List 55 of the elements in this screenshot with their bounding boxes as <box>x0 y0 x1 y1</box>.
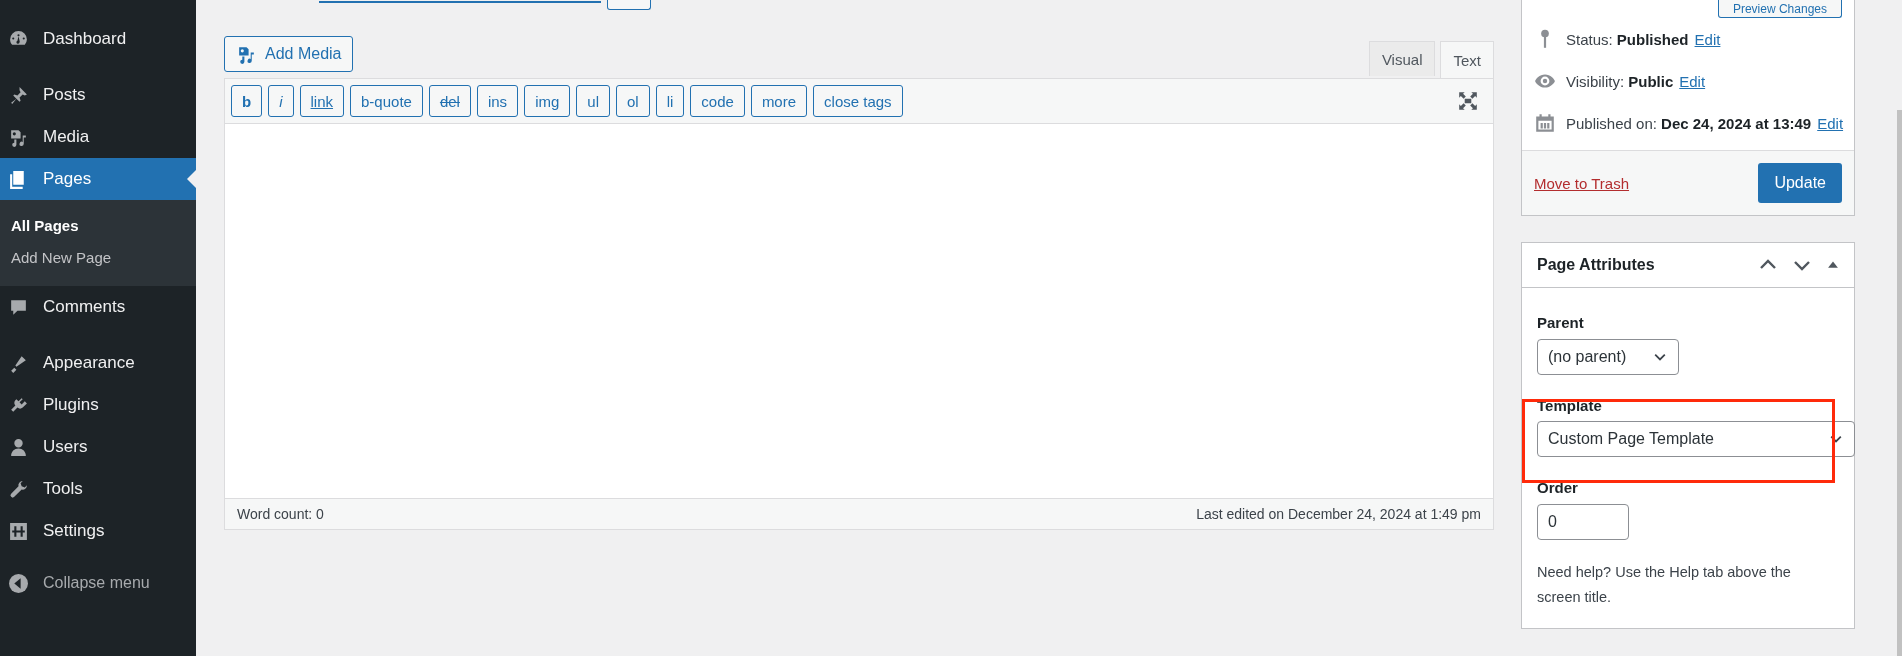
quicktag-button[interactable]: del <box>428 85 471 117</box>
edit-link[interactable]: Edit <box>1694 30 1721 48</box>
update-button[interactable]: Update <box>1758 163 1842 203</box>
quicktag-button[interactable]: li <box>655 85 685 117</box>
submenu-item[interactable]: All Pages <box>0 210 196 242</box>
quicktag-button[interactable]: more <box>750 85 808 117</box>
menu-icon <box>8 478 29 500</box>
submenu-item[interactable]: Add New Page <box>0 242 196 274</box>
menu-item[interactable]: Appearance <box>0 342 196 384</box>
quicktag-button[interactable]: link <box>299 85 345 117</box>
editor-tab[interactable]: Text <box>1440 41 1494 78</box>
quicktag-button[interactable]: i <box>268 85 294 117</box>
menu-item[interactable]: Settings <box>0 510 196 552</box>
collapse-menu-button[interactable]: Collapse menu <box>0 562 196 604</box>
editor-tab[interactable]: Visual <box>1368 41 1436 76</box>
edit-link[interactable]: Edit <box>1817 114 1844 132</box>
order-input[interactable]: 0 <box>1537 504 1629 540</box>
last-edited-text: Last edited on December 24, 2024 at 1:49 pm <box>1196 506 1481 522</box>
menu-item[interactable]: Posts <box>0 74 196 116</box>
scrollbar[interactable] <box>1897 110 1902 656</box>
menu-item[interactable]: Plugins <box>0 384 196 426</box>
publish-info-text: Visibility: Public <box>1566 72 1674 90</box>
menu-icon <box>8 436 29 458</box>
move-to-trash-link[interactable]: Move to Trash <box>1534 174 1630 192</box>
menu-item[interactable]: Pages <box>0 158 196 200</box>
quicktag-button[interactable]: b <box>231 85 263 117</box>
publish-info-text: Published on: Dec 24, 2024 at 13:49 <box>1566 114 1812 132</box>
word-count: Word count: 0 <box>237 506 324 522</box>
menu-item[interactable]: Media <box>0 116 196 158</box>
menu-item[interactable]: Dashboard <box>0 18 196 60</box>
quicktag-button[interactable]: close tags <box>813 85 903 117</box>
template-select[interactable]: Custom Page Template <box>1537 421 1855 457</box>
menu-icon <box>8 520 29 542</box>
quicktag-button[interactable]: code <box>690 85 745 117</box>
help-text: Need help? Use the Help tab above the screen title. <box>1537 563 1792 607</box>
preview-changes-button[interactable]: Preview Changes <box>1717 0 1842 18</box>
calendar-icon <box>1534 112 1556 134</box>
box-title: Page Attributes <box>1537 256 1655 274</box>
fullscreen-icon[interactable] <box>1457 90 1479 112</box>
menu-item[interactable]: Users <box>0 426 196 468</box>
small-button[interactable] <box>607 0 651 10</box>
field-label: Order <box>1537 479 1579 496</box>
add-media-button[interactable]: Add Media <box>224 36 353 72</box>
field-label: Parent <box>1537 314 1585 331</box>
edit-link[interactable]: Edit <box>1679 72 1706 90</box>
publish-info-text: Status: Published <box>1566 30 1689 48</box>
menu-item[interactable]: Tools <box>0 468 196 510</box>
menu-item[interactable]: Comments <box>0 286 196 328</box>
quicktag-button[interactable]: b-quote <box>350 85 423 117</box>
quicktag-button[interactable]: ol <box>616 85 650 117</box>
collapse-icon <box>8 572 29 594</box>
quicktag-button[interactable]: ins <box>476 85 519 117</box>
quicktag-button[interactable]: ul <box>576 85 610 117</box>
parent-select[interactable]: (no parent) <box>1537 339 1679 375</box>
quicktag-button[interactable]: img <box>524 85 571 117</box>
